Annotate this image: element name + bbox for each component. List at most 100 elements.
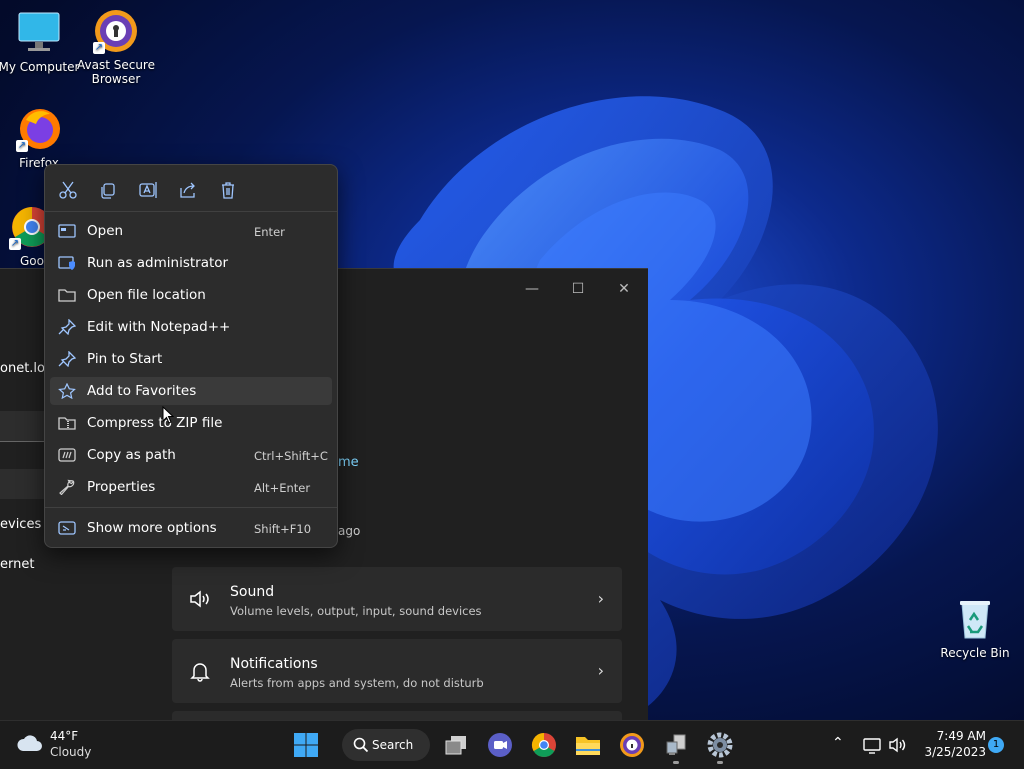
menu-item-pin-to-start[interactable]: Pin to Start xyxy=(50,345,332,373)
weather-widget[interactable]: 44°F Cloudy xyxy=(14,727,114,763)
taskbar-search-button[interactable]: Search xyxy=(342,729,430,761)
search-icon xyxy=(353,737,369,753)
task-view-icon[interactable] xyxy=(442,731,470,759)
file-explorer-icon[interactable] xyxy=(574,731,602,759)
running-indicator xyxy=(717,761,723,764)
menu-item-properties[interactable]: Properties Alt+Enter xyxy=(50,473,332,501)
weather-temp: 44°F xyxy=(50,729,79,743)
settings-gear-icon[interactable] xyxy=(706,731,734,759)
menu-item-label: Show more options xyxy=(87,520,217,536)
menu-item-label: Run as administrator xyxy=(87,255,229,271)
menu-item-shortcut: Enter xyxy=(254,225,285,239)
volume-icon[interactable] xyxy=(888,735,908,755)
card-subtitle: Alerts from apps and system, do not dist… xyxy=(230,676,484,690)
search-label: Search xyxy=(372,738,414,752)
more-options-icon xyxy=(58,521,76,535)
desktop-icon-my-computer[interactable]: My Computer xyxy=(0,10,81,74)
network-status-icon[interactable] xyxy=(862,735,882,755)
avast-browser-icon[interactable] xyxy=(618,731,646,759)
card-title: Notifications xyxy=(230,656,318,672)
sidebar-item-network-internet[interactable]: ernet xyxy=(0,557,34,572)
menu-item-shortcut: Alt+Enter xyxy=(254,481,311,495)
menu-item-open[interactable]: Open Enter xyxy=(50,217,332,245)
card-title: Sound xyxy=(230,584,275,600)
rename-icon[interactable] xyxy=(137,179,159,201)
cloud-icon xyxy=(17,735,42,751)
desktop-icon-label: Recycle Bin xyxy=(940,646,1010,660)
open-app-icon xyxy=(58,224,76,238)
menu-item-show-more-options[interactable]: Show more options Shift+F10 xyxy=(50,514,332,542)
desktop-icon-recycle-bin[interactable]: Recycle Bin xyxy=(933,596,1017,660)
menu-item-edit-with-notepad[interactable]: Edit with Notepad++ xyxy=(50,313,332,341)
desktop-icon-firefox[interactable]: ↗ Firefox xyxy=(0,106,81,170)
desktop-icon-label: My Computer xyxy=(0,60,80,74)
shortcut-arrow-icon: ↗ xyxy=(93,42,105,54)
card-subtitle: Volume levels, output, input, sound devi… xyxy=(230,604,482,618)
firefox-icon: ↗ xyxy=(16,106,62,152)
clock-time: 7:49 AM xyxy=(936,729,986,743)
bell-icon xyxy=(190,663,210,682)
folder-icon xyxy=(58,289,76,302)
menu-item-label: Edit with Notepad++ xyxy=(87,319,231,335)
monitor-icon xyxy=(16,10,62,56)
minimize-button[interactable]: — xyxy=(514,277,550,301)
recycle-bin-icon xyxy=(952,596,998,642)
mouse-cursor-icon xyxy=(162,406,174,424)
taskbar: 44°F Cloudy Search ⌃ 7:49 AM 3/25/2023 1 xyxy=(0,720,1024,769)
menu-item-run-as-administrator[interactable]: Run as administrator xyxy=(50,249,332,277)
settings-card-notifications[interactable]: Notifications Alerts from apps and syste… xyxy=(172,639,622,703)
menu-item-compress-to-zip[interactable]: Compress to ZIP file xyxy=(50,409,332,437)
desktop-icon-label: Avast Secure Browser xyxy=(77,58,155,86)
chrome-icon[interactable] xyxy=(530,731,558,759)
star-icon xyxy=(58,383,76,399)
menu-separator xyxy=(45,507,337,508)
close-button[interactable]: ✕ xyxy=(606,277,642,301)
clock-date: 3/25/2023 xyxy=(924,745,986,759)
notification-badge[interactable]: 1 xyxy=(988,737,1004,753)
network-app-icon[interactable] xyxy=(662,731,690,759)
menu-item-open-file-location[interactable]: Open file location xyxy=(50,281,332,309)
menu-item-label: Add to Favorites xyxy=(87,383,197,399)
sidebar-item-bluetooth-devices[interactable]: evices xyxy=(0,517,41,532)
sidebar-search-box[interactable] xyxy=(0,411,44,442)
share-icon[interactable] xyxy=(177,179,199,201)
copy-icon[interactable] xyxy=(97,179,119,201)
running-indicator xyxy=(673,761,679,764)
menu-item-copy-as-path[interactable]: Copy as path Ctrl+Shift+C xyxy=(50,441,332,469)
shield-icon xyxy=(58,256,75,270)
menu-item-add-to-favorites[interactable]: Add to Favorites xyxy=(50,377,332,405)
menu-item-label: Copy as path xyxy=(87,447,176,463)
start-windows-icon[interactable] xyxy=(292,731,320,759)
teams-chat-icon[interactable] xyxy=(486,731,514,759)
shortcut-arrow-icon: ↗ xyxy=(16,140,28,152)
menu-item-label: Pin to Start xyxy=(87,351,163,367)
menu-item-label: Open xyxy=(87,223,124,239)
speaker-icon xyxy=(190,590,209,608)
menu-item-shortcut: Shift+F10 xyxy=(254,522,312,536)
menu-separator xyxy=(45,211,337,212)
menu-item-label: Properties xyxy=(87,479,156,495)
pin-icon xyxy=(58,351,76,367)
menu-item-label: Compress to ZIP file xyxy=(87,415,223,431)
shortcut-arrow-icon: ↗ xyxy=(9,238,21,250)
delete-icon[interactable] xyxy=(217,179,239,201)
weather-condition: Cloudy xyxy=(50,745,92,759)
time-ago-fragment: ago xyxy=(338,524,361,538)
pin-icon xyxy=(58,319,76,335)
maximize-button[interactable]: ☐ xyxy=(560,277,596,301)
sidebar-selected-item[interactable] xyxy=(0,469,44,499)
clock[interactable]: 7:49 AM 3/25/2023 xyxy=(920,729,986,759)
path-icon xyxy=(58,448,76,462)
chevron-right-icon: › xyxy=(597,589,604,608)
zip-icon xyxy=(58,417,76,430)
wrench-icon xyxy=(59,479,75,495)
chevron-right-icon: › xyxy=(597,661,604,680)
settings-card-sound[interactable]: Sound Volume levels, output, input, soun… xyxy=(172,567,622,631)
context-menu: Open Enter Run as administrator Open fil… xyxy=(44,164,338,548)
home-link-fragment[interactable]: me xyxy=(338,455,359,470)
cut-icon[interactable] xyxy=(57,179,79,201)
menu-item-label: Open file location xyxy=(87,287,206,303)
desktop-icon-avast-secure-browser[interactable]: ↗ Avast Secure Browser xyxy=(74,8,158,86)
show-hidden-icons-chevron-icon[interactable]: ⌃ xyxy=(832,735,852,755)
avast-browser-icon: ↗ xyxy=(93,8,139,54)
